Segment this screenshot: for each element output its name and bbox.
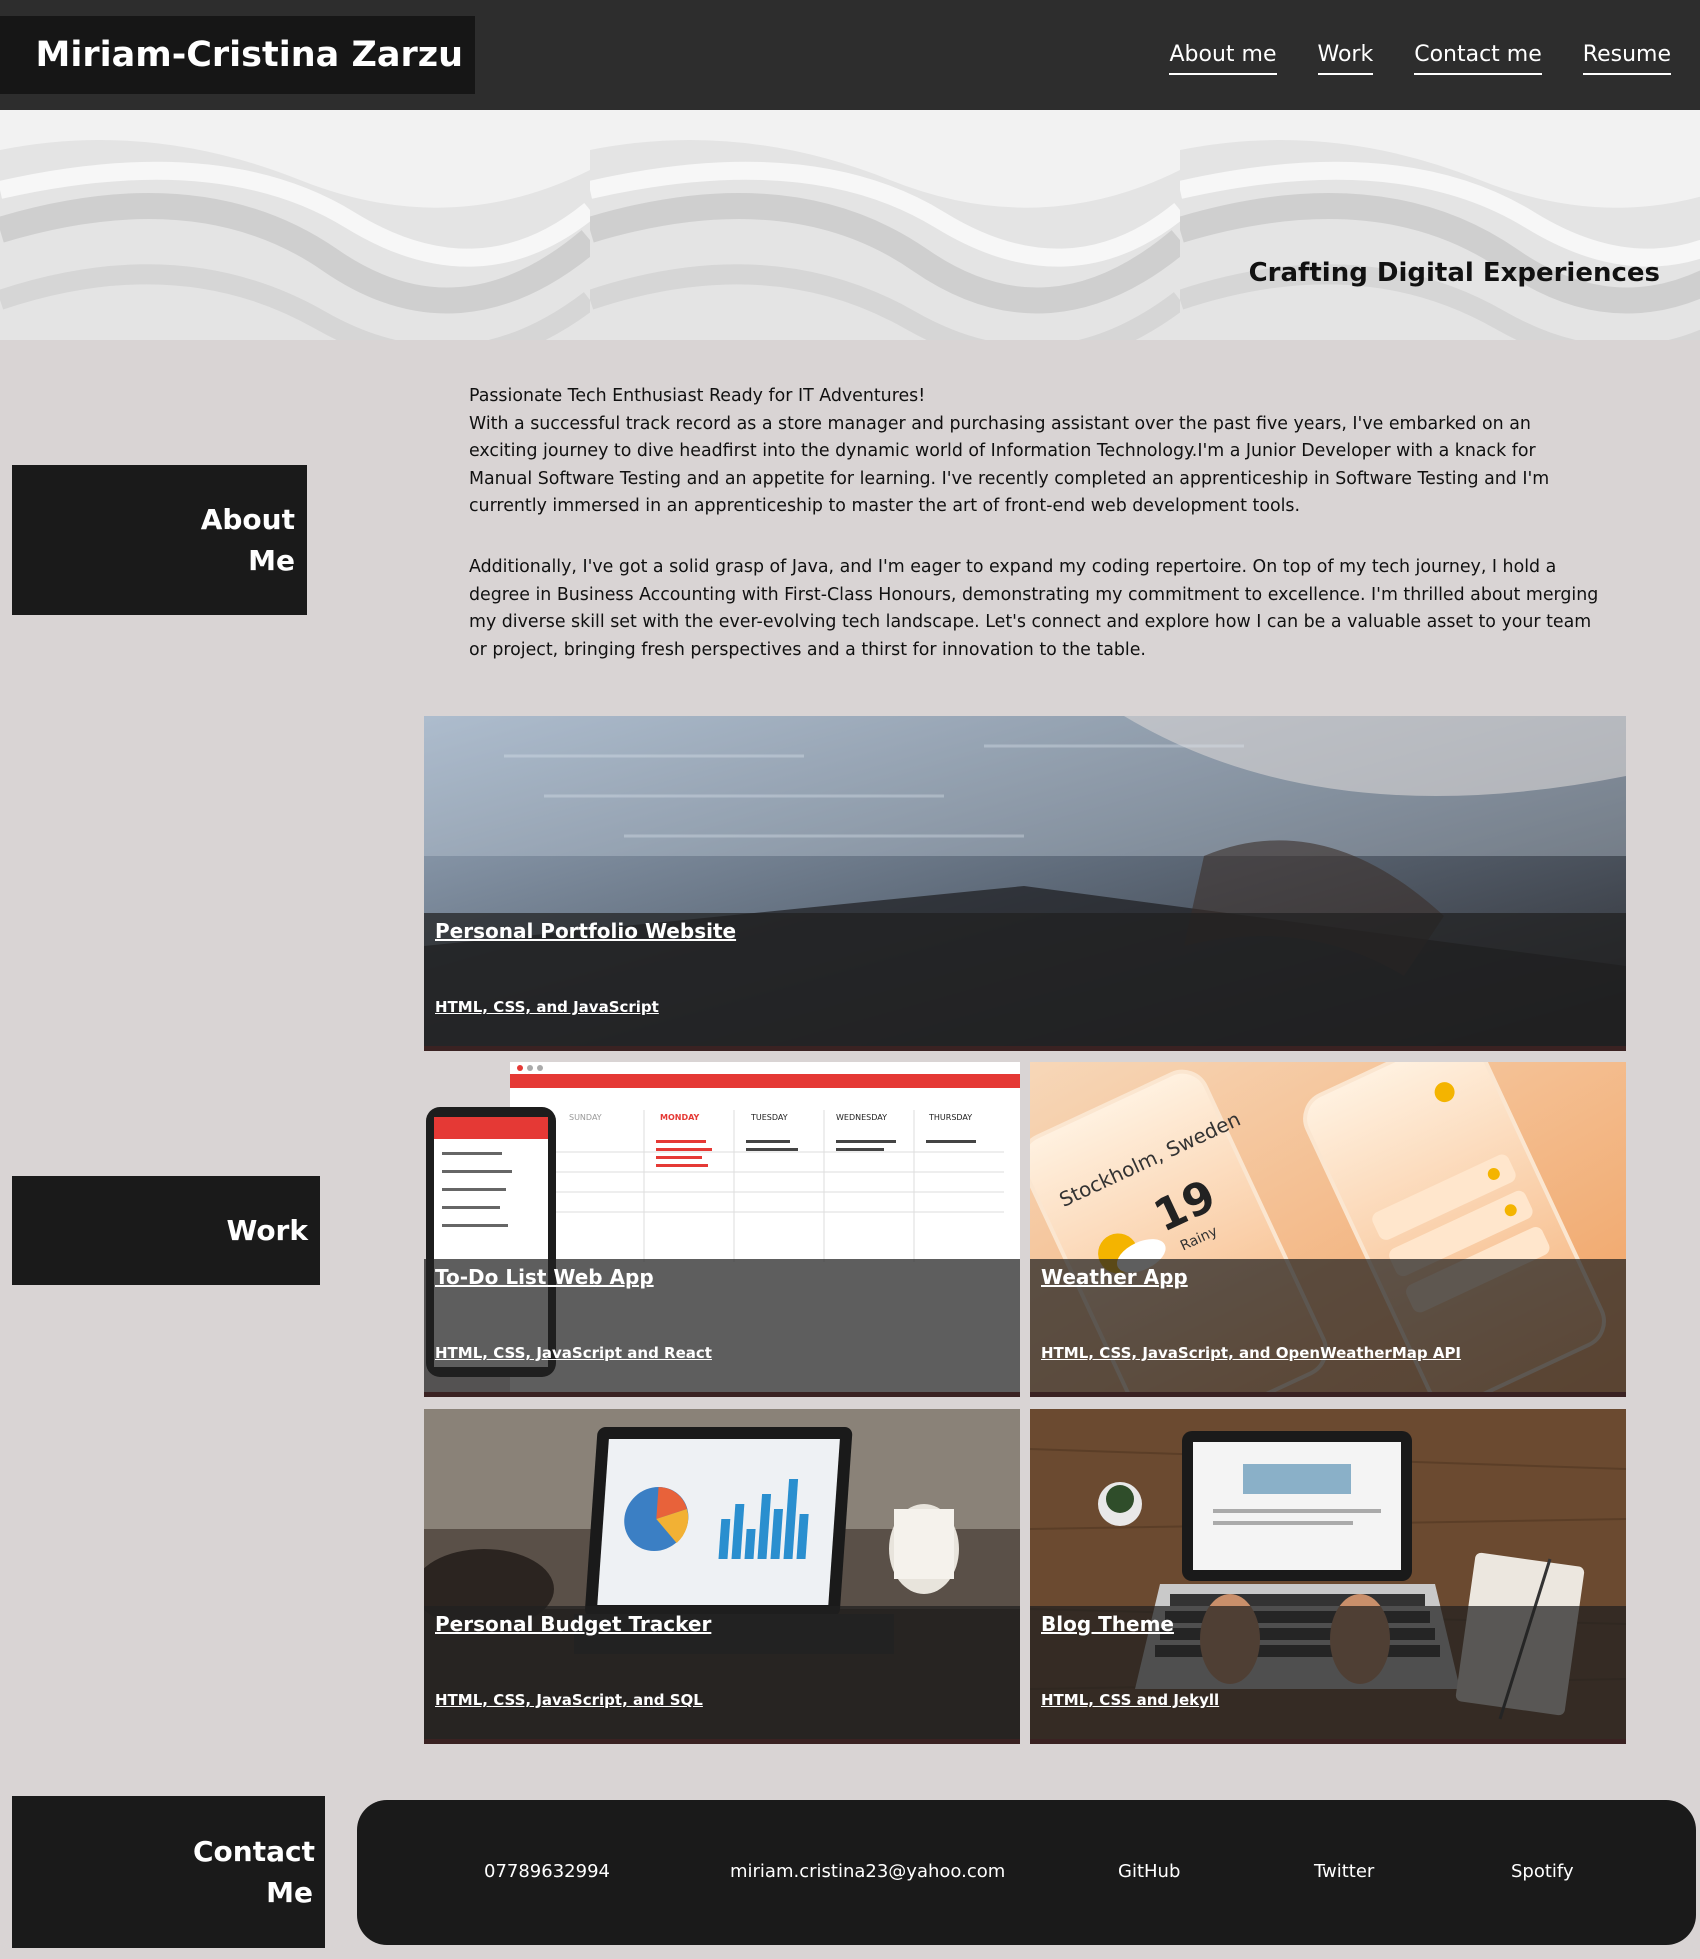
about-paragraph-1: With a successful track record as a stor… [469,413,1550,517]
project-title-link[interactable]: Weather App [1041,1265,1188,1289]
hero-tagline: Crafting Digital Experiences [1248,258,1660,288]
section-label-contact: Contact Me [12,1796,325,1948]
project-card[interactable]: Blog Theme HTML, CSS and Jekyll [1030,1409,1626,1744]
project-title-link[interactable]: Blog Theme [1041,1612,1174,1636]
project-title-link[interactable]: Personal Budget Tracker [435,1612,711,1636]
todo-day-label: WEDNESDAY [836,1113,887,1122]
project-card[interactable]: Personal Budget Tracker HTML, CSS, JavaS… [424,1409,1020,1744]
contact-email-link[interactable]: miriam.cristina23@yahoo.com [730,1861,1005,1882]
contact-phone-link[interactable]: 07789632994 [484,1861,610,1882]
section-label-work: Work [12,1176,320,1285]
project-card[interactable]: Personal Portfolio Website HTML, CSS, an… [424,716,1626,1051]
todo-day-label: THURSDAY [928,1113,972,1122]
project-tech-link[interactable]: HTML, CSS, JavaScript and React [435,1344,712,1362]
about-heading: Passionate Tech Enthusiast Ready for IT … [469,386,926,406]
project-card[interactable]: SUNDAY MONDAY TUESDAY WEDNESDAY THURSDAY… [424,1062,1020,1397]
about-text: Passionate Tech Enthusiast Ready for IT … [469,383,1599,664]
twitter-link[interactable]: Twitter [1314,1861,1374,1882]
section-label-contact-text: Contact Me [193,1835,315,1909]
site-header: Miriam-Cristina Zarzu About me Work Cont… [0,0,1700,110]
nav-contact-me[interactable]: Contact me [1414,40,1542,75]
todo-day-label: MONDAY [660,1113,700,1122]
section-label-work-text: Work [226,1214,308,1247]
hero-wave-image [590,110,1180,340]
main-nav: About me Work Contact me Resume [1169,40,1671,75]
project-tech-link[interactable]: HTML, CSS, JavaScript, and OpenWeatherMa… [1041,1344,1461,1362]
about-paragraph-2: Additionally, I've got a solid grasp of … [469,556,1599,660]
project-tech-link[interactable]: HTML, CSS and Jekyll [1041,1691,1219,1709]
todo-day-label: TUESDAY [750,1113,788,1122]
site-name[interactable]: Miriam-Cristina Zarzu [0,16,475,94]
hero-wave-image [0,110,590,340]
hero-wave-image [1180,110,1700,340]
project-tech-link[interactable]: HTML, CSS, and JavaScript [435,998,659,1016]
project-card[interactable]: Stockholm, Sweden 19 Rainy Weather App H… [1030,1062,1626,1397]
project-title-link[interactable]: To-Do List Web App [435,1265,654,1289]
section-label-about-text: About Me [200,503,295,577]
hero-banner: Crafting Digital Experiences [0,110,1700,340]
nav-resume[interactable]: Resume [1582,40,1671,75]
todo-day-label: SUNDAY [569,1113,602,1122]
project-title-link[interactable]: Personal Portfolio Website [435,919,736,943]
section-label-about: About Me [12,465,307,615]
nav-about-me[interactable]: About me [1169,40,1277,75]
spotify-link[interactable]: Spotify [1511,1861,1574,1882]
github-link[interactable]: GitHub [1118,1861,1180,1882]
nav-work[interactable]: Work [1317,40,1374,75]
contact-bar: 07789632994 miriam.cristina23@yahoo.com … [357,1800,1696,1945]
project-tech-link[interactable]: HTML, CSS, JavaScript, and SQL [435,1691,703,1709]
